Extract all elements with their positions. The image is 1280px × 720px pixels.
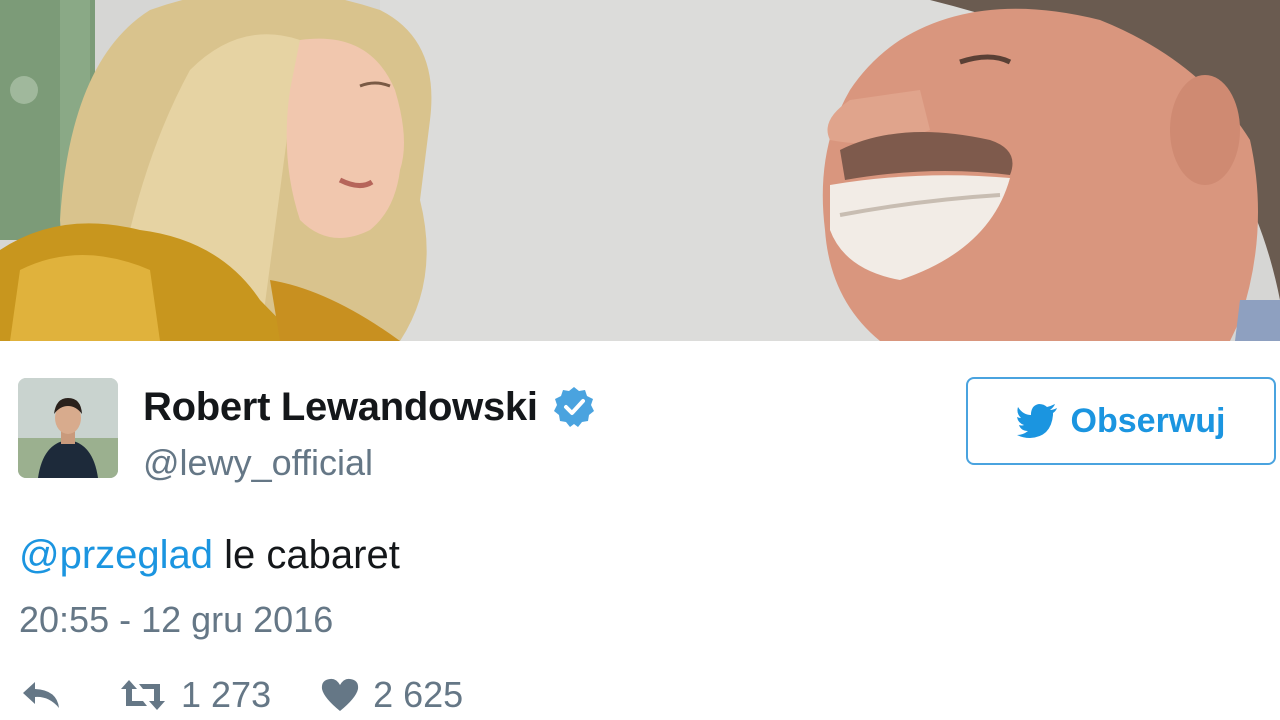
tweet-screenshot: Robert Lewandowski @lewy_official Obserw… <box>0 0 1280 720</box>
author-handle[interactable]: @lewy_official <box>143 441 373 485</box>
verified-badge-icon <box>552 385 596 429</box>
author-name-row: Robert Lewandowski <box>143 383 596 431</box>
mention-link[interactable]: @przeglad <box>19 533 213 577</box>
tweet-timestamp[interactable]: 20:55 - 12 gru 2016 <box>19 598 333 642</box>
retweet-icon <box>121 680 165 710</box>
heart-icon <box>321 678 359 711</box>
like-count: 2 625 <box>373 674 464 715</box>
tweet-photo-illustration <box>0 0 1280 341</box>
retweet-count: 1 273 <box>181 674 272 715</box>
retweet-button[interactable]: 1 273 <box>119 673 271 717</box>
reply-icon <box>23 682 59 708</box>
avatar[interactable] <box>18 378 118 478</box>
tweet-photo[interactable] <box>0 0 1280 341</box>
tweet-text-body: le cabaret <box>213 533 400 577</box>
avatar-image <box>18 378 118 478</box>
like-button[interactable]: 2 625 <box>321 673 463 717</box>
tweet-actions: 1 273 2 625 <box>19 673 463 717</box>
twitter-bird-icon <box>1016 404 1057 438</box>
follow-button-label: Obserwuj <box>1070 401 1226 440</box>
author-display-name[interactable]: Robert Lewandowski <box>143 383 538 431</box>
tweet-text: @przeglad le cabaret <box>19 531 400 579</box>
tweet-card: Robert Lewandowski @lewy_official Obserw… <box>0 341 1280 720</box>
follow-button[interactable]: Obserwuj <box>966 377 1276 465</box>
reply-button[interactable] <box>19 678 63 712</box>
